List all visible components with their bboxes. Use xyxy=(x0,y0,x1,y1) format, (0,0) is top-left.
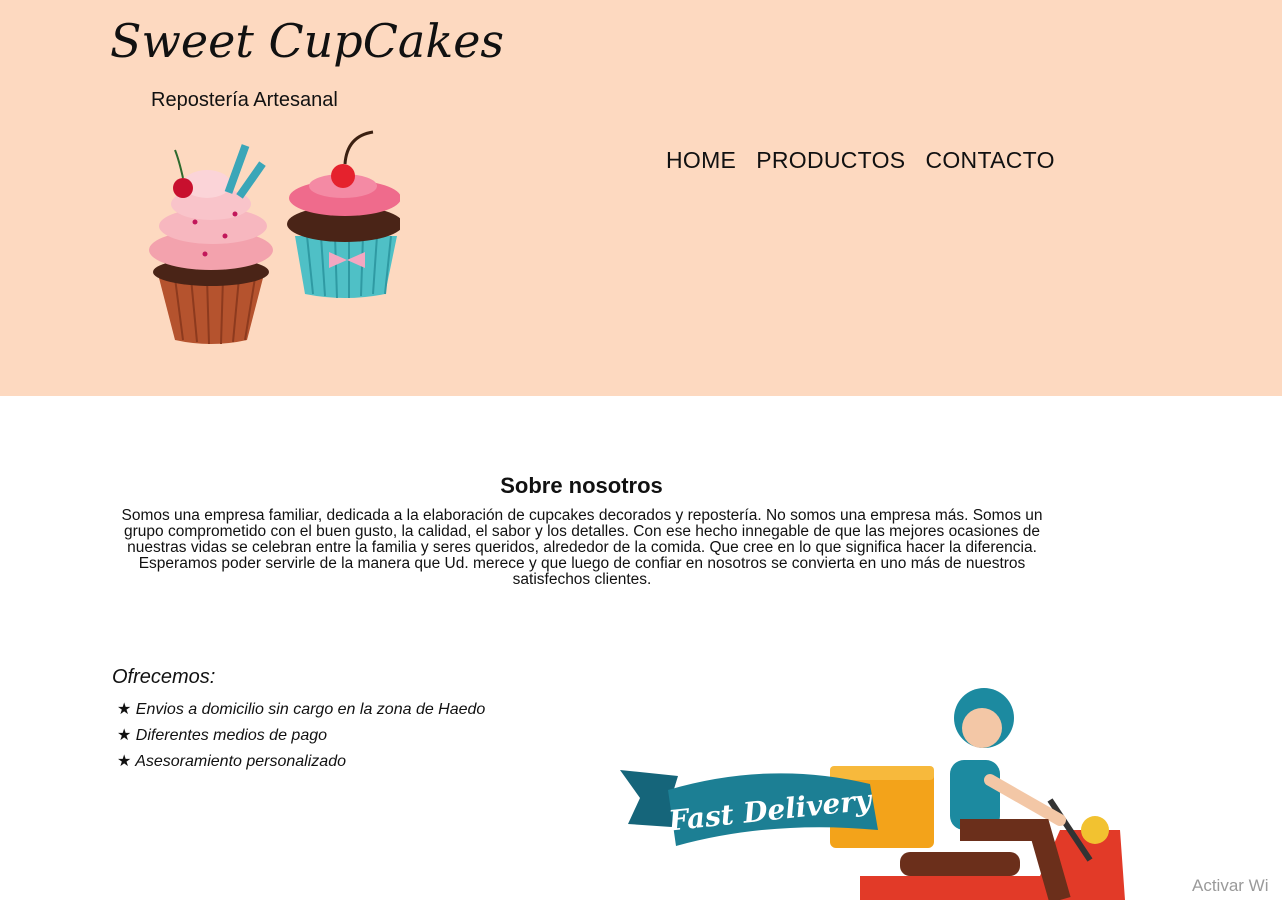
brand-subtitle: Repostería Artesanal xyxy=(151,89,338,111)
delivery-scooter-illustration: Fast Delivery xyxy=(620,688,1125,900)
nav-productos[interactable]: PRODUCTOS xyxy=(756,147,905,174)
site-header: Sweet CupCakes Repostería Artesanal HOME… xyxy=(0,0,1282,396)
brand-title[interactable]: Sweet CupCakes xyxy=(110,14,504,68)
about-text: Somos una empresa familiar, dedicada a l… xyxy=(121,507,1043,588)
activation-watermark: Activar Wi xyxy=(1192,876,1269,895)
offer-item: ★ Envios a domicilio sin cargo en la zon… xyxy=(117,701,486,718)
cupcakes-illustration xyxy=(149,130,400,345)
offers-title: Ofrecemos: xyxy=(112,666,216,688)
offer-item: ★ Asesoramiento personalizado xyxy=(117,753,346,770)
nav-contacto[interactable]: CONTACTO xyxy=(925,147,1054,174)
nav-home[interactable]: HOME xyxy=(666,147,736,174)
offer-item: ★ Diferentes medios de pago xyxy=(117,727,328,744)
offers-list: ★ Envios a domicilio sin cargo en la zon… xyxy=(117,700,485,778)
main-nav: HOME PRODUCTOS CONTACTO xyxy=(666,147,1055,174)
about-title: Sobre nosotros xyxy=(500,473,663,498)
